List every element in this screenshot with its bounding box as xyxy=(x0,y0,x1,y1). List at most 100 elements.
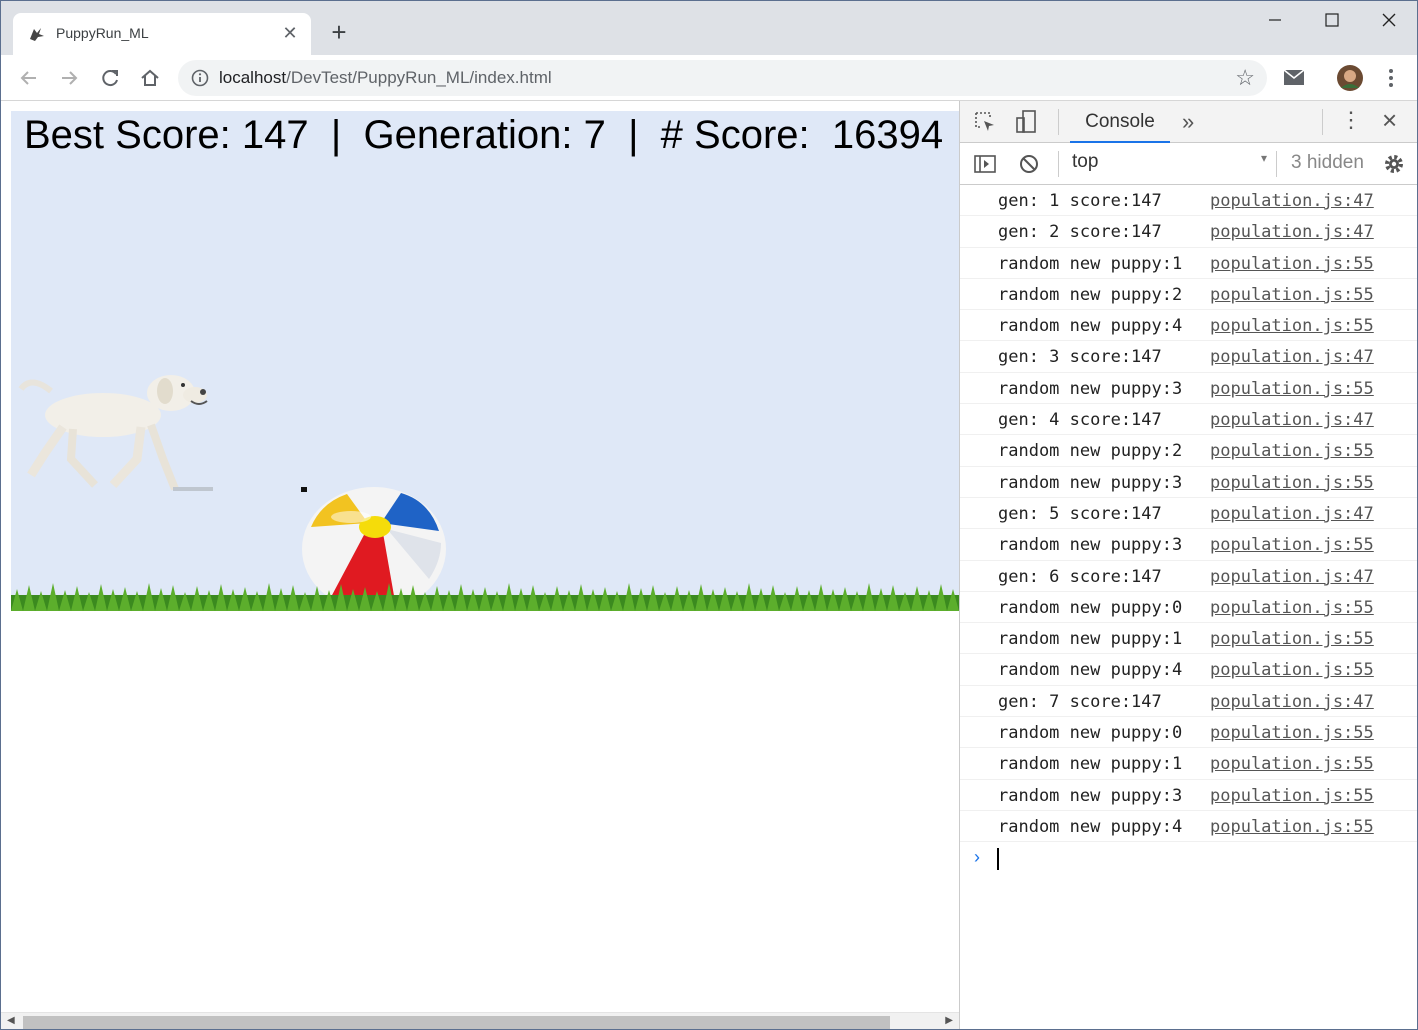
inspect-element-icon[interactable] xyxy=(972,109,998,135)
tab-console[interactable]: Console xyxy=(1070,101,1170,143)
console-source-link[interactable]: population.js:55 xyxy=(1210,754,1374,774)
devtools-menu-icon[interactable]: ⋮ xyxy=(1340,107,1362,133)
console-source-link[interactable]: population.js:55 xyxy=(1210,660,1374,680)
console-message-text: random new puppy:2 xyxy=(998,441,1183,462)
scrollbar-thumb[interactable] xyxy=(23,1016,890,1029)
console-message-row: random new puppy:3 population.js:55 xyxy=(960,780,1417,811)
console-message-row: random new puppy:2 population.js:55 xyxy=(960,279,1417,311)
console-message-text: gen: 4 score:147 xyxy=(998,410,1162,431)
mail-extension-icon[interactable] xyxy=(1282,67,1308,89)
close-window-button[interactable] xyxy=(1361,1,1417,41)
profile-avatar[interactable] xyxy=(1336,64,1364,92)
console-message-row: gen: 3 score:147 population.js:47 xyxy=(960,341,1417,373)
back-button[interactable] xyxy=(14,63,44,93)
game-canvas[interactable]: Best Score: 147 | Generation: 7 | # Scor… xyxy=(11,111,959,611)
sidebar-toggle-icon[interactable] xyxy=(972,151,998,177)
console-message-text: random new puppy:3 xyxy=(998,535,1183,556)
console-source-link[interactable]: population.js:47 xyxy=(1210,191,1374,211)
info-icon[interactable] xyxy=(190,68,210,88)
console-source-link[interactable]: population.js:55 xyxy=(1210,473,1374,493)
console-message-row: random new puppy:1 population.js:55 xyxy=(960,248,1417,279)
score-line: Best Score: 147 | Generation: 7 | # Scor… xyxy=(24,113,944,157)
home-button[interactable] xyxy=(135,63,165,93)
console-settings-gear-icon[interactable] xyxy=(1381,151,1407,177)
devtools-tabbar: Console » ⋮ × xyxy=(960,101,1417,143)
console-source-link[interactable]: population.js:47 xyxy=(1210,692,1374,712)
bookmark-star-icon[interactable]: ☆ xyxy=(1235,65,1255,91)
console-message-text: random new puppy:4 xyxy=(998,660,1183,681)
console-source-link[interactable]: population.js:55 xyxy=(1210,285,1374,305)
console-source-link[interactable]: population.js:55 xyxy=(1210,629,1374,649)
console-message-text: random new puppy:1 xyxy=(998,629,1183,650)
devtools-separator xyxy=(1276,151,1277,177)
devtools-close-icon[interactable]: × xyxy=(1382,105,1397,136)
console-message-text: random new puppy:4 xyxy=(998,316,1183,337)
console-message-row: random new puppy:4 population.js:55 xyxy=(960,654,1417,686)
console-message-text: random new puppy:3 xyxy=(998,785,1183,806)
console-source-link[interactable]: population.js:47 xyxy=(1210,222,1374,242)
console-message-text: random new puppy:3 xyxy=(998,472,1183,493)
devtools-separator xyxy=(1058,151,1059,177)
new-tab-button[interactable]: + xyxy=(325,18,353,46)
tab-close-icon[interactable]: ✕ xyxy=(279,22,301,44)
hidden-messages-count[interactable]: 3 hidden xyxy=(1291,152,1364,174)
console-source-link[interactable]: population.js:47 xyxy=(1210,504,1374,524)
text-cursor xyxy=(997,848,999,871)
device-toolbar-icon[interactable] xyxy=(1014,109,1040,135)
console-message-text: random new puppy:3 xyxy=(998,378,1183,399)
puppy-sprite xyxy=(18,375,213,491)
context-dropdown-icon[interactable]: ▾ xyxy=(1261,151,1267,165)
console-message-row: gen: 2 score:147 population.js:47 xyxy=(960,216,1417,248)
console-message-row: gen: 1 score:147 population.js:47 xyxy=(960,185,1417,217)
console-log: gen: 1 score:147 population.js:47 gen: 2 s… xyxy=(960,185,1417,876)
tab-strip: PuppyRun_ML ✕ + xyxy=(1,1,1417,55)
console-source-link[interactable]: population.js:55 xyxy=(1210,786,1374,806)
reload-button[interactable] xyxy=(95,63,125,93)
devtools-separator xyxy=(1058,109,1059,135)
console-source-link[interactable]: population.js:55 xyxy=(1210,379,1374,399)
maximize-button[interactable] xyxy=(1303,1,1361,41)
devtools-separator xyxy=(1322,109,1323,135)
prompt-chevron-icon: › xyxy=(974,847,980,868)
console-source-link[interactable]: population.js:55 xyxy=(1210,817,1374,837)
horizontal-scrollbar[interactable]: ◀ ▶ xyxy=(1,1012,959,1029)
console-message-text: random new puppy:2 xyxy=(998,284,1183,305)
url-host: localhost xyxy=(219,68,287,87)
url-text[interactable]: localhost/DevTest/PuppyRun_ML/index.html xyxy=(219,68,552,88)
console-message-text: random new puppy:1 xyxy=(998,754,1183,775)
scroll-left-icon[interactable]: ◀ xyxy=(7,1015,15,1026)
clear-console-icon[interactable] xyxy=(1016,151,1042,177)
console-message-text: gen: 1 score:147 xyxy=(998,191,1162,211)
console-source-link[interactable]: population.js:55 xyxy=(1210,316,1374,336)
console-source-link[interactable]: population.js:47 xyxy=(1210,567,1374,587)
console-message-row: gen: 7 score:147 population.js:47 xyxy=(960,686,1417,718)
console-message-text: gen: 2 score:147 xyxy=(998,222,1162,243)
address-bar[interactable]: localhost/DevTest/PuppyRun_ML/index.html… xyxy=(178,60,1267,96)
console-message-text: random new puppy:0 xyxy=(998,723,1183,744)
console-source-link[interactable]: population.js:55 xyxy=(1210,254,1374,274)
console-message-text: random new puppy:1 xyxy=(998,253,1183,274)
minimize-icon xyxy=(1269,19,1281,21)
console-message-text: random new puppy:4 xyxy=(998,816,1183,837)
url-path: /DevTest/PuppyRun_ML/index.html xyxy=(286,68,552,87)
console-source-link[interactable]: population.js:47 xyxy=(1210,410,1374,430)
more-tabs-icon[interactable]: » xyxy=(1182,109,1194,135)
console-source-link[interactable]: population.js:47 xyxy=(1210,347,1374,367)
context-selector[interactable]: top xyxy=(1072,151,1098,173)
console-source-link[interactable]: population.js:55 xyxy=(1210,441,1374,461)
grass-ground xyxy=(11,583,959,611)
browser-menu-icon[interactable] xyxy=(1381,66,1401,90)
console-source-link[interactable]: population.js:55 xyxy=(1210,598,1374,618)
minimize-button[interactable] xyxy=(1245,1,1303,41)
console-message-row: random new puppy:3 population.js:55 xyxy=(960,373,1417,405)
console-message-row: random new puppy:2 population.js:55 xyxy=(960,435,1417,467)
forward-button[interactable] xyxy=(54,63,84,93)
console-toolbar: top ▾ 3 hidden xyxy=(960,143,1417,185)
scroll-right-icon[interactable]: ▶ xyxy=(945,1015,953,1026)
console-source-link[interactable]: population.js:55 xyxy=(1210,535,1374,555)
console-prompt[interactable]: › xyxy=(960,842,1417,876)
browser-toolbar: localhost/DevTest/PuppyRun_ML/index.html… xyxy=(1,55,1417,101)
console-message-row: random new puppy:1 population.js:55 xyxy=(960,623,1417,655)
tab-puppyrun[interactable]: PuppyRun_ML ✕ xyxy=(13,13,311,55)
console-source-link[interactable]: population.js:55 xyxy=(1210,723,1374,743)
